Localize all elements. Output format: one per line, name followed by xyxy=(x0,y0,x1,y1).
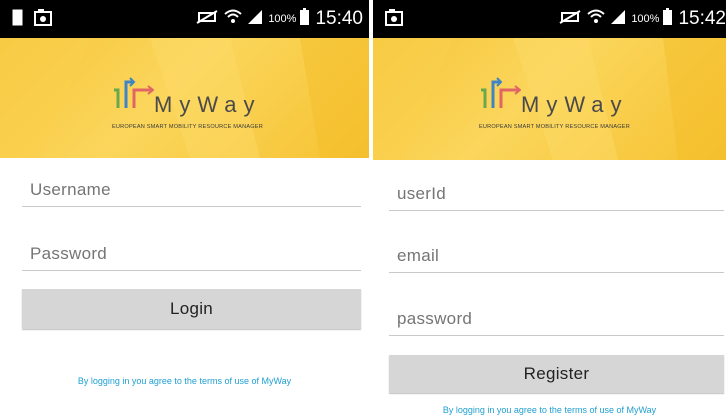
myway-logo-icon xyxy=(112,76,155,113)
username-field[interactable]: Username xyxy=(22,176,361,207)
brand-banner: MyWay EUROPEAN SMART MOBILITY RESOURCE M… xyxy=(373,38,726,160)
mute-icon xyxy=(559,9,581,29)
status-bar: 100% 15:40 xyxy=(0,0,369,38)
brand-banner: MyWay EUROPEAN SMART MOBILITY RESOURCE M… xyxy=(0,38,369,158)
status-bar: 100% 15:42 xyxy=(373,0,726,38)
brand-tagline: EUROPEAN SMART MOBILITY RESOURCE MANAGER xyxy=(112,124,263,130)
mute-icon xyxy=(196,9,218,29)
password-placeholder: Password xyxy=(30,244,108,263)
wifi-icon xyxy=(224,9,242,30)
username-placeholder: Username xyxy=(30,180,111,199)
password-field[interactable]: password xyxy=(389,305,724,336)
brand-tagline: EUROPEAN SMART MOBILITY RESOURCE MANAGER xyxy=(479,124,630,130)
password-field[interactable]: Password xyxy=(22,240,361,271)
email-field[interactable]: email xyxy=(389,242,724,273)
signal-icon xyxy=(248,9,263,29)
userid-field[interactable]: userId xyxy=(389,180,724,211)
battery-icon xyxy=(663,8,673,30)
sim-card-icon xyxy=(12,9,23,31)
battery-percent: 100% xyxy=(631,13,660,25)
brand-name: MyWay xyxy=(521,92,629,117)
userid-placeholder: userId xyxy=(397,184,447,203)
wifi-icon xyxy=(587,9,605,30)
register-button[interactable]: Register xyxy=(389,355,724,393)
signal-icon xyxy=(611,9,626,29)
photo-notification-icon xyxy=(34,9,52,31)
terms-link[interactable]: By logging in you agree to the terms of … xyxy=(373,405,726,415)
password-placeholder: password xyxy=(397,309,473,328)
battery-percent: 100% xyxy=(268,13,297,25)
register-button-label: Register xyxy=(523,364,590,383)
photo-notification-icon xyxy=(385,9,403,31)
login-button-label: Login xyxy=(169,299,214,318)
status-time: 15:42 xyxy=(678,8,726,29)
myway-logo-icon xyxy=(479,76,522,113)
status-time: 15:40 xyxy=(315,8,363,29)
brand-name: MyWay xyxy=(154,92,262,117)
terms-link[interactable]: By logging in you agree to the terms of … xyxy=(0,376,369,386)
login-screen: 100% 15:40 MyWay EUROPEAN SMART MOBILITY… xyxy=(0,0,369,419)
register-screen: 100% 15:42 MyWay EUROPEAN SMART MOBILITY… xyxy=(373,0,726,419)
login-button[interactable]: Login xyxy=(22,289,361,329)
battery-icon xyxy=(300,8,310,30)
email-placeholder: email xyxy=(397,246,440,265)
